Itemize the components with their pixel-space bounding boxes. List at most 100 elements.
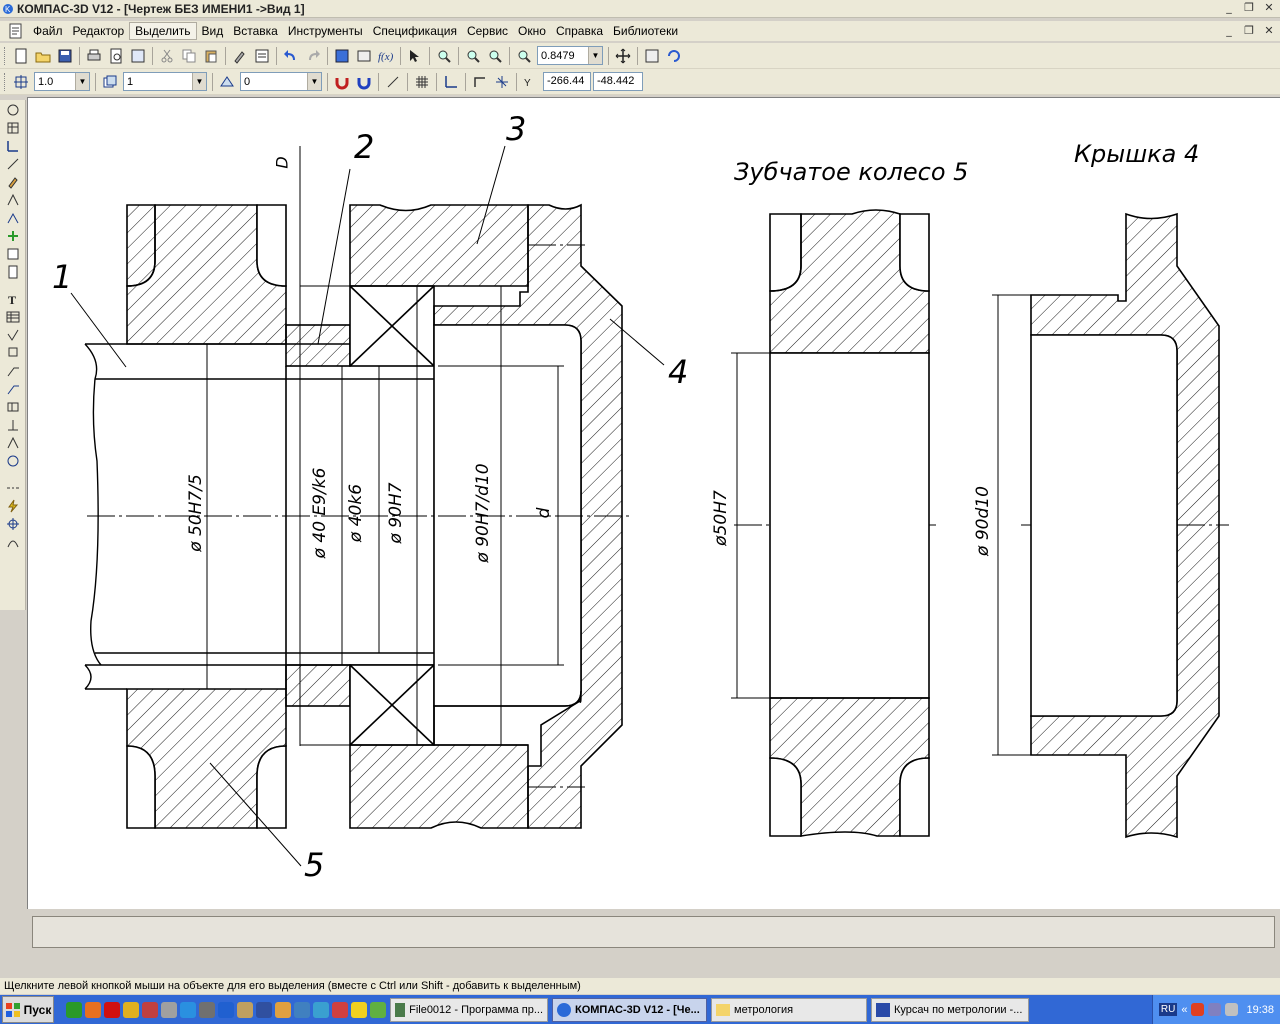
tray-expand-icon[interactable]: « xyxy=(1181,1004,1187,1016)
zoom-window-icon[interactable] xyxy=(433,45,455,67)
toolbar-grip[interactable] xyxy=(4,46,7,65)
spec-icon[interactable] xyxy=(2,245,24,262)
view-state-icon[interactable] xyxy=(216,71,238,93)
app-icon[interactable] xyxy=(218,1001,234,1018)
menu-select[interactable]: Выделить xyxy=(129,22,197,40)
doc-close-button[interactable]: ✕ xyxy=(1262,24,1276,38)
coord-x-field[interactable]: -266.44 xyxy=(543,72,591,91)
new-document-icon[interactable] xyxy=(10,45,32,67)
measure-icon[interactable] xyxy=(2,209,24,226)
scale-icon[interactable] xyxy=(10,71,32,93)
coord-y-field[interactable]: -48.442 xyxy=(593,72,643,91)
menu-edit[interactable]: Редактор xyxy=(68,23,130,39)
curve-icon[interactable] xyxy=(2,533,24,550)
position-icon[interactable] xyxy=(2,380,24,397)
menu-window[interactable]: Окно xyxy=(513,23,551,39)
grid-icon[interactable] xyxy=(411,71,433,93)
menu-view[interactable]: Вид xyxy=(197,23,229,39)
save-icon[interactable] xyxy=(54,45,76,67)
cursor-step-icon[interactable] xyxy=(491,71,513,93)
rebuild-icon[interactable] xyxy=(663,45,685,67)
help-pointer-icon[interactable] xyxy=(404,45,426,67)
axis-line-icon[interactable] xyxy=(2,479,24,496)
target-icon[interactable] xyxy=(2,515,24,532)
leader-icon[interactable] xyxy=(2,362,24,379)
base-icon[interactable] xyxy=(2,344,24,361)
roughness-icon[interactable] xyxy=(2,326,24,343)
chevron-down-icon[interactable]: ▼ xyxy=(192,73,206,90)
properties-icon[interactable] xyxy=(251,45,273,67)
drawing-canvas[interactable]: 1 2 3 4 5 D ø 50H7/5 ø 40 E9/k6 ø 40k6 ø… xyxy=(27,97,1280,909)
app-icon[interactable] xyxy=(275,1001,291,1018)
break-icon[interactable] xyxy=(2,452,24,469)
cut-icon[interactable] xyxy=(156,45,178,67)
task-metrologiya[interactable]: метрология xyxy=(711,997,867,1022)
parametrize-icon[interactable] xyxy=(2,191,24,208)
menu-insert[interactable]: Вставка xyxy=(228,23,283,39)
menu-specification[interactable]: Спецификация xyxy=(368,23,462,39)
minimize-button[interactable]: _ xyxy=(1222,1,1236,15)
task-kursach[interactable]: Курсач по метрологии -... xyxy=(871,997,1029,1022)
style-combo[interactable]: 0 ▼ xyxy=(240,72,322,91)
refresh-icon[interactable] xyxy=(641,45,663,67)
orthogonal-mode-icon[interactable] xyxy=(469,71,491,93)
coordinates-icon[interactable]: Y xyxy=(520,71,542,93)
paste-icon[interactable] xyxy=(200,45,222,67)
close-button[interactable]: ✕ xyxy=(1262,1,1276,15)
app-icon[interactable] xyxy=(313,1001,329,1018)
copy-icon[interactable] xyxy=(178,45,200,67)
scale-combo[interactable]: 1.0 ▼ xyxy=(34,72,90,91)
doc-minimize-button[interactable]: _ xyxy=(1222,24,1236,38)
edit-icon[interactable] xyxy=(2,173,24,190)
skype-icon[interactable] xyxy=(180,1001,196,1018)
app-icon[interactable] xyxy=(332,1001,348,1018)
zoom-out-icon[interactable] xyxy=(484,45,506,67)
reports-icon[interactable] xyxy=(2,263,24,280)
menu-service[interactable]: Сервис xyxy=(462,23,513,39)
format-brush-icon[interactable] xyxy=(229,45,251,67)
app-icon[interactable] xyxy=(161,1001,177,1018)
zoom-in-icon[interactable] xyxy=(462,45,484,67)
task-kompas[interactable]: КОМПАС-3D V12 - [Че... xyxy=(552,997,707,1022)
app-icon[interactable] xyxy=(370,1001,386,1018)
utorrent-icon[interactable] xyxy=(66,1001,82,1018)
variables-icon[interactable] xyxy=(353,45,375,67)
zoom-combo[interactable]: 0.8479 ▼ xyxy=(537,46,603,65)
hatch-icon[interactable] xyxy=(2,119,24,136)
export-icon[interactable] xyxy=(127,45,149,67)
chevron-down-icon[interactable]: ▼ xyxy=(75,73,89,90)
start-button[interactable]: Пуск xyxy=(2,996,54,1023)
doc-restore-button[interactable]: ❐ xyxy=(1242,24,1256,38)
symbols-icon[interactable] xyxy=(2,155,24,172)
app-icon[interactable] xyxy=(294,1001,310,1018)
local-cs-icon[interactable] xyxy=(440,71,462,93)
tolerance-icon[interactable] xyxy=(2,398,24,415)
language-indicator[interactable]: RU xyxy=(1158,1003,1178,1016)
table-icon[interactable] xyxy=(2,308,24,325)
snap-toggle-icon[interactable] xyxy=(353,71,375,93)
restore-button[interactable]: ❐ xyxy=(1242,1,1256,15)
toolbar-grip[interactable] xyxy=(4,72,7,91)
dimensions-icon[interactable] xyxy=(2,137,24,154)
chevron-down-icon[interactable]: ▼ xyxy=(307,73,321,90)
select-icon[interactable] xyxy=(2,227,24,244)
chrome-icon[interactable] xyxy=(123,1001,139,1018)
tray-app-icon[interactable] xyxy=(1191,1003,1205,1016)
menu-help[interactable]: Справка xyxy=(551,23,608,39)
menu-libraries[interactable]: Библиотеки xyxy=(608,23,683,39)
task-file0012[interactable]: File0012 - Программа пр... xyxy=(390,997,548,1022)
ortho-icon[interactable] xyxy=(382,71,404,93)
app-icon[interactable] xyxy=(351,1001,367,1018)
app-icon[interactable] xyxy=(142,1001,158,1018)
firefox-icon[interactable] xyxy=(85,1001,101,1018)
network-icon[interactable] xyxy=(1208,1003,1222,1016)
print-preview-icon[interactable] xyxy=(105,45,127,67)
opera-icon[interactable] xyxy=(104,1001,120,1018)
app-icon[interactable] xyxy=(237,1001,253,1018)
snap-magnet-icon[interactable] xyxy=(331,71,353,93)
cut-line-icon[interactable] xyxy=(2,416,24,433)
app-icon[interactable] xyxy=(199,1001,215,1018)
view-arrow-icon[interactable] xyxy=(2,434,24,451)
lightning-icon[interactable] xyxy=(2,497,24,514)
pan-icon[interactable] xyxy=(612,45,634,67)
